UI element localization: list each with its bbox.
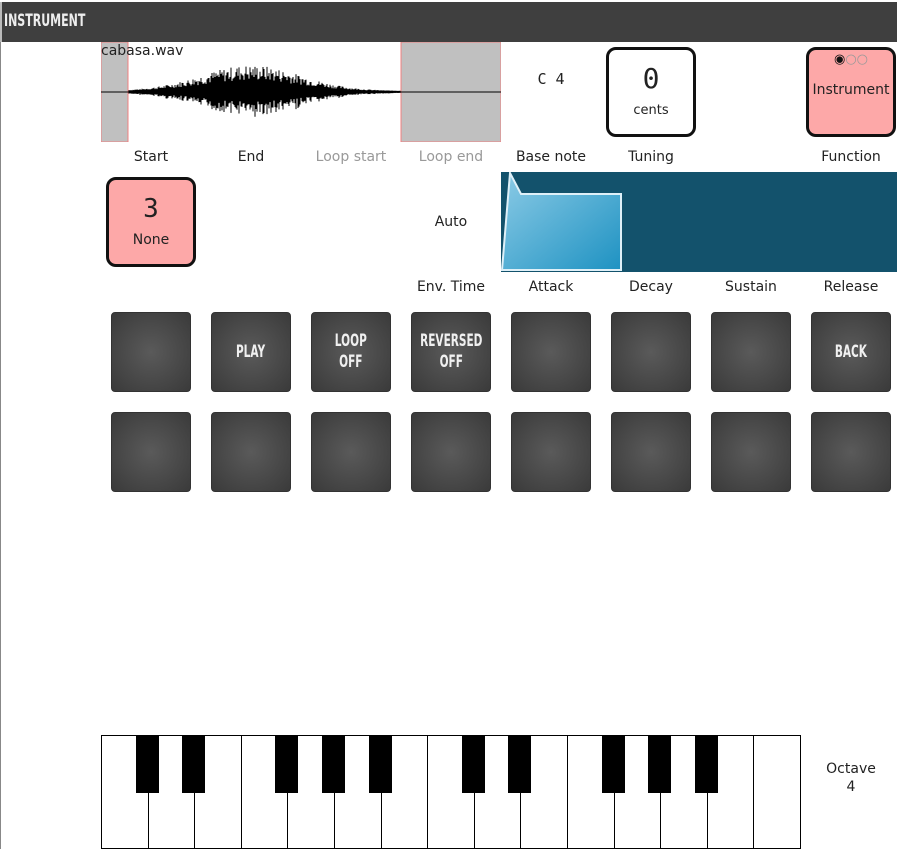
black-key[interactable]: [461, 735, 485, 793]
dot-icon: ○○: [845, 52, 869, 67]
pad-label: BACK: [834, 341, 868, 362]
selector-label: None: [132, 232, 170, 248]
base-note-value[interactable]: C 4: [501, 70, 601, 88]
octave-control[interactable]: Octave 4: [801, 760, 897, 796]
black-key[interactable]: [508, 735, 532, 793]
pad-button[interactable]: [511, 312, 591, 392]
label-release: Release: [823, 279, 879, 295]
white-key[interactable]: [753, 735, 801, 849]
pad-button[interactable]: [711, 312, 791, 392]
black-key[interactable]: [275, 735, 299, 793]
pad-button[interactable]: REVERSED OFF: [411, 312, 491, 392]
label-loop-start: Loop start: [315, 149, 387, 165]
label-attack: Attack: [528, 279, 574, 295]
label-function: Function: [821, 149, 881, 165]
dot-active-icon: ◉: [833, 52, 846, 67]
pad-label: LOOP OFF: [335, 331, 367, 372]
selector-value: 3: [143, 194, 159, 224]
pad-button[interactable]: [811, 412, 891, 492]
black-key[interactable]: [135, 735, 159, 793]
title-bar: INSTRUMENT: [0, 2, 897, 42]
pad-button[interactable]: [611, 412, 691, 492]
sample-filename: cabasa.wav: [101, 43, 184, 59]
pad-button[interactable]: BACK: [811, 312, 891, 392]
label-decay: Decay: [629, 279, 673, 295]
label-env-time: Env. Time: [416, 279, 486, 295]
pad-button[interactable]: [411, 412, 491, 492]
pad-button[interactable]: [111, 312, 191, 392]
label-tuning: Tuning: [628, 149, 674, 165]
pad-button[interactable]: [311, 412, 391, 492]
label-start: Start: [133, 149, 169, 165]
black-key[interactable]: [648, 735, 672, 793]
label-end: End: [237, 149, 265, 165]
pad-button[interactable]: LOOP OFF: [311, 312, 391, 392]
pad-button[interactable]: [211, 412, 291, 492]
tuning-unit: cents: [633, 103, 669, 118]
function-selector[interactable]: ◉○○ Instrument: [806, 47, 896, 137]
label-loop-end: Loop end: [418, 149, 484, 165]
label-sustain: Sustain: [725, 279, 777, 295]
window-title: INSTRUMENT: [4, 11, 86, 31]
env-time-value[interactable]: Auto: [401, 214, 501, 230]
black-key[interactable]: [322, 735, 345, 793]
octave-value: 4: [846, 779, 856, 795]
pad-button[interactable]: [511, 412, 591, 492]
pad-button[interactable]: PLAY: [211, 312, 291, 392]
black-key[interactable]: [182, 735, 206, 793]
tuning-value: 0: [642, 62, 660, 95]
pad-button[interactable]: [111, 412, 191, 492]
pad-button[interactable]: [711, 412, 791, 492]
label-base-note: Base note: [515, 149, 587, 165]
octave-label: Octave: [826, 761, 876, 777]
pad-label: PLAY: [236, 341, 266, 362]
function-value: Instrument: [812, 82, 890, 98]
waveform: [128, 66, 401, 117]
divider: [0, 42, 1, 849]
tuning-knob[interactable]: 0 cents: [606, 47, 696, 137]
value-selector[interactable]: 3 None: [106, 177, 196, 267]
pad-label: REVERSED OFF: [419, 331, 483, 372]
pad-button[interactable]: [611, 312, 691, 392]
black-key[interactable]: [368, 735, 392, 793]
envelope-editor[interactable]: [501, 172, 897, 272]
page-dots: ◉○○: [809, 53, 893, 66]
black-key[interactable]: [694, 735, 718, 793]
black-key[interactable]: [601, 735, 625, 793]
